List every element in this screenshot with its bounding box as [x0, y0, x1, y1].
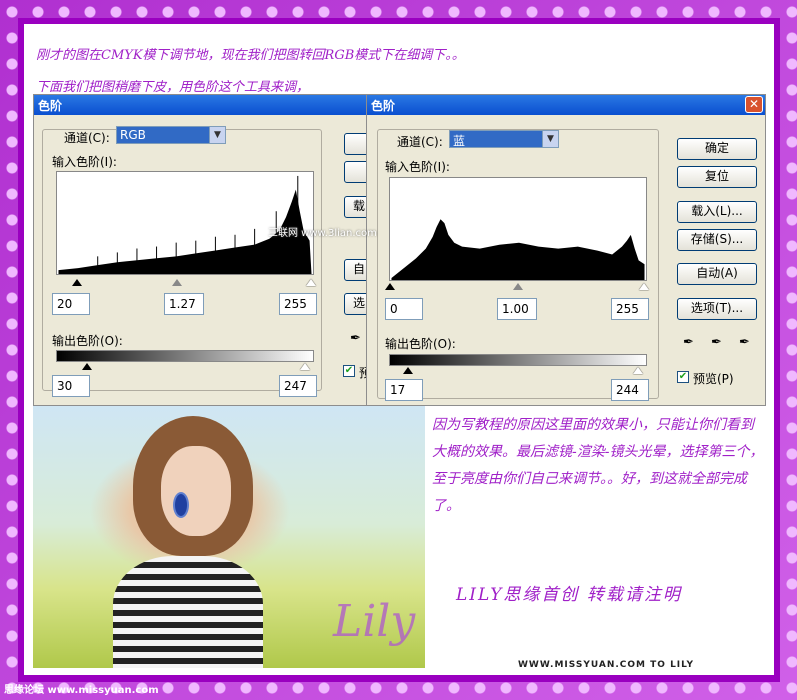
channel-select[interactable]: 蓝 ▼ [449, 130, 559, 148]
eyedropper-icon[interactable]: ✒ [350, 331, 364, 349]
auto-button[interactable]: 自动(A) [677, 263, 757, 285]
input-gamma-field[interactable]: 1.27 [164, 293, 204, 315]
preview-label: 预览(P) [693, 372, 734, 386]
reset-button[interactable]: 复位 [677, 166, 757, 188]
channel-label: 通道(C): [397, 135, 443, 149]
options-button[interactable]: 选项(T)... [677, 298, 757, 320]
input-black-field[interactable]: 20 [52, 293, 90, 315]
note-line-2: 下面我们把图稍磨下皮，用色阶这个工具来调， [36, 80, 310, 95]
output-black-field[interactable]: 30 [52, 375, 90, 397]
credit-text: LILY思缘首创 转载请注明 [456, 585, 682, 605]
signature-logo: Lily [333, 596, 416, 647]
close-icon[interactable]: ✕ [745, 96, 763, 113]
input-gamma-slider[interactable] [172, 279, 182, 286]
tutorial-text: 因为写教程的原因这里面的效果小，只能让你们看到大概的效果。最后滤镜-渲染-镜头光… [432, 417, 764, 514]
input-levels-label: 输入色阶(I): [52, 155, 117, 169]
result-photo: Lily [33, 406, 425, 668]
output-black-slider[interactable] [403, 367, 413, 374]
input-black-field[interactable]: 0 [385, 298, 423, 320]
dialog-titlebar[interactable]: 色阶 [34, 95, 377, 115]
chevron-down-icon: ▼ [542, 131, 558, 147]
photo-earring [173, 492, 189, 518]
input-white-field[interactable]: 255 [611, 298, 649, 320]
channel-select[interactable]: RGB ▼ [116, 126, 226, 144]
save-button[interactable]: 存储(S)... [677, 229, 757, 251]
output-gradient [389, 354, 647, 366]
input-black-slider[interactable] [385, 283, 395, 290]
levels-dialog-rgb: 色阶 通道(C): RGB ▼ 输入色阶(I): 20 1.27 255 输出色… [33, 94, 378, 406]
chevron-down-icon: ▼ [209, 127, 225, 143]
photo-face [161, 446, 231, 536]
footer-site: WWW.MISSYUAN.COM TO LILY [518, 660, 694, 670]
output-levels-label: 输出色阶(O): [52, 334, 123, 348]
note-line-1: 刚才的图在CMYK模下调节地，现在我们把图转回RGB模式下在细调下。。 [36, 48, 465, 63]
dialog-titlebar[interactable]: 色阶 ✕ [367, 95, 765, 115]
channel-label: 通道(C): [64, 131, 110, 145]
output-levels-label: 输出色阶(O): [385, 337, 456, 351]
output-white-slider[interactable] [633, 367, 643, 374]
gray-eyedropper-icon[interactable]: ✒ [711, 335, 725, 353]
input-black-slider[interactable] [72, 279, 82, 286]
input-gamma-slider[interactable] [513, 283, 523, 290]
watermark: 三联网 www.3lian.com [268, 228, 377, 239]
dialog-title: 色阶 [371, 99, 396, 113]
channel-value: RGB [120, 128, 146, 142]
load-button[interactable]: 载入(L)... [677, 201, 757, 223]
output-white-field[interactable]: 244 [611, 379, 649, 401]
white-eyedropper-icon[interactable]: ✒ [739, 335, 753, 353]
levels-dialog-blue: 色阶 ✕ 通道(C): 蓝 ▼ 输入色阶(I): 0 1.00 255 输出色阶… [366, 94, 766, 406]
input-gamma-field[interactable]: 1.00 [497, 298, 537, 320]
black-eyedropper-icon[interactable]: ✒ [683, 335, 697, 353]
ok-button[interactable]: 确定 [677, 138, 757, 160]
preview-checkbox[interactable]: ✔ [677, 371, 689, 383]
output-gradient [56, 350, 314, 362]
histogram [389, 177, 647, 281]
channel-value: 蓝 [453, 134, 466, 148]
photo-shirt [113, 556, 263, 668]
output-white-slider[interactable] [300, 363, 310, 370]
bottom-site-label: 思缘论坛 www.missyuan.com [4, 685, 159, 696]
input-white-field[interactable]: 255 [279, 293, 317, 315]
input-white-slider[interactable] [306, 279, 316, 286]
input-white-slider[interactable] [639, 283, 649, 290]
output-black-field[interactable]: 17 [385, 379, 423, 401]
histogram [56, 171, 314, 275]
output-white-field[interactable]: 247 [279, 375, 317, 397]
dialog-title: 色阶 [38, 99, 63, 113]
output-black-slider[interactable] [82, 363, 92, 370]
preview-checkbox[interactable]: ✔ [343, 365, 355, 377]
input-levels-label: 输入色阶(I): [385, 160, 450, 174]
